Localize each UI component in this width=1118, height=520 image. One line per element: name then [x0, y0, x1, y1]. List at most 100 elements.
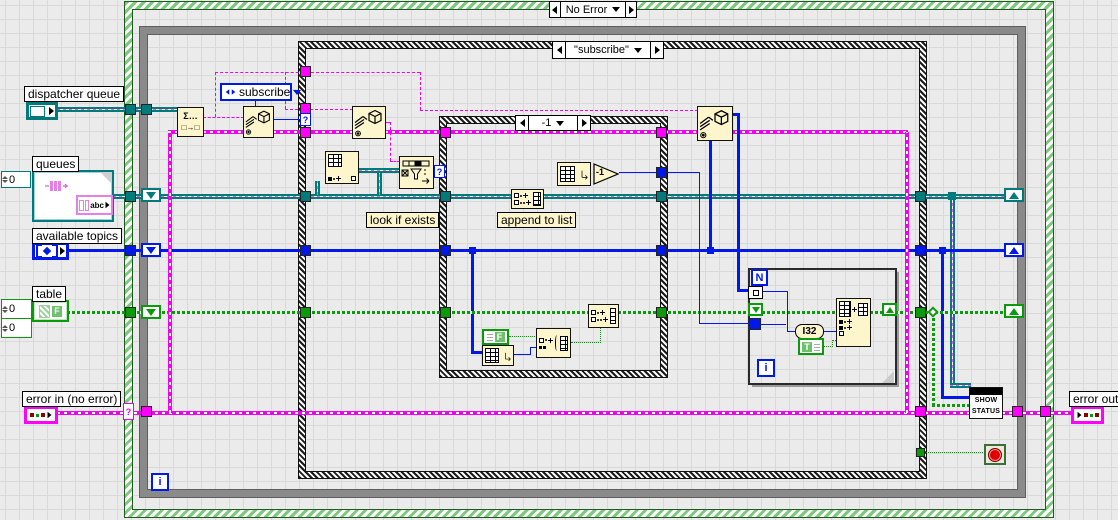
build-array-append-node[interactable] [511, 189, 544, 209]
table-index-row-value[interactable]: 0 [9, 303, 15, 315]
error-out-terminal[interactable] [1071, 406, 1104, 424]
next-case-button[interactable] [650, 42, 663, 58]
tunnel-topics-case [125, 245, 136, 256]
for-loop-count-terminal[interactable]: N [751, 269, 768, 286]
dispatcher-queue-label[interactable]: dispatcher queue [24, 86, 125, 102]
dequeue-element-node[interactable]: Σ… □→□ [177, 107, 204, 137]
error-cluster-cell-icon [1083, 413, 1088, 417]
shift-register-table-right[interactable] [1004, 304, 1024, 318]
search-array-node[interactable] [399, 156, 434, 189]
index-spinner-icon[interactable] [2, 176, 8, 183]
wire-queues-into-vi [950, 383, 971, 388]
available-topics-label[interactable]: available topics [32, 228, 123, 244]
decrement-node[interactable]: -1 [593, 163, 619, 185]
variant-to-data-node-2[interactable] [352, 106, 386, 139]
table-terminal[interactable]: F [32, 300, 69, 322]
tunnel-error-case-right [1040, 406, 1051, 417]
error-in-label[interactable]: error in (no error) [22, 391, 122, 407]
array-grid-icon [328, 154, 342, 167]
prev-case-button[interactable] [553, 42, 566, 58]
next-case-button[interactable] [577, 116, 590, 130]
output-arrow-icon [60, 247, 65, 255]
table-index-col-box[interactable]: 0 [1, 318, 32, 338]
false-constant[interactable]: F [482, 329, 509, 345]
queues-label[interactable]: queues [32, 156, 80, 172]
wire-table-run3 [762, 311, 837, 314]
shift-register-for-left[interactable] [748, 303, 763, 316]
prev-case-button[interactable] [550, 2, 561, 17]
show-status-subvi[interactable]: SHOW STATUS [969, 387, 1003, 419]
dispatcher-queue-terminal[interactable] [26, 102, 58, 120]
build-array-node-2[interactable] [588, 304, 619, 328]
tunnel-dispatcher-case [125, 104, 136, 115]
shift-register-for-right[interactable] [882, 303, 897, 316]
wire-dispatcher-queue [57, 107, 179, 112]
selector-no-error[interactable]: No Error [549, 1, 637, 18]
index-spinner-icon[interactable] [2, 324, 8, 332]
shift-register-table-left[interactable] [141, 305, 161, 319]
shift-register-queues-right[interactable] [1004, 188, 1024, 202]
arrow-right-icon [654, 46, 660, 54]
wire-false-out [509, 336, 537, 337]
shift-register-queues-left[interactable] [141, 188, 161, 202]
enum-cycle-icon[interactable] [225, 88, 236, 96]
wire-init-up [600, 327, 601, 343]
tunnel-queues-sub-left [300, 191, 311, 202]
tunnel-queues-case [125, 191, 136, 202]
array-grid-icon [610, 308, 616, 324]
dropdown-icon[interactable] [556, 120, 565, 126]
available-topics-terminal[interactable] [32, 242, 69, 260]
wire-table-into-vi [932, 404, 971, 407]
wire-topics-branch-case [471, 251, 474, 353]
table-label[interactable]: table [32, 286, 67, 302]
replace-array-subset-node[interactable] [836, 298, 871, 347]
enum-value[interactable]: subscribe [239, 85, 290, 99]
look-if-exists-annotation[interactable]: look if exists [366, 212, 440, 228]
for-loop-iteration-terminal[interactable]: i [757, 359, 775, 377]
true-value[interactable]: T [802, 341, 812, 352]
shift-register-topics-left[interactable] [141, 243, 161, 257]
subscribe-enum-constant[interactable]: subscribe [220, 83, 302, 101]
selector-subscribe[interactable]: "subscribe" [552, 41, 664, 59]
table-index-row-box[interactable]: 0 [1, 299, 32, 319]
wire-variant-branch-h [285, 109, 353, 110]
case-selector-not-found[interactable]: ? [434, 165, 445, 178]
error-in-terminal[interactable] [24, 406, 58, 424]
index-array-node[interactable] [325, 151, 359, 184]
queues-element-cluster[interactable]: abc [76, 195, 113, 215]
append-to-list-annotation[interactable]: append to list [497, 212, 577, 228]
error-out-label[interactable]: error out [1069, 391, 1118, 407]
decrement-label: -1 [596, 167, 605, 177]
for-loop-fold-line [881, 371, 894, 384]
queues-index-box[interactable]: 0 [1, 171, 31, 188]
variant-to-data-node-3[interactable] [697, 106, 733, 141]
i32-conversion-node[interactable]: I32 [795, 324, 824, 339]
tunnel-table-sub-right [915, 307, 926, 318]
selector-not-found[interactable]: -1 [515, 115, 591, 131]
dropdown-icon[interactable] [612, 7, 621, 12]
dropdown-icon[interactable] [293, 89, 302, 95]
array-size-node-2[interactable] [482, 345, 514, 366]
true-constant[interactable]: T [798, 338, 824, 355]
initialize-array-node[interactable] [536, 328, 571, 358]
variant-to-data-node-1[interactable] [243, 106, 274, 138]
stop-condition-terminal[interactable] [984, 444, 1006, 465]
shift-register-topics-right[interactable] [1004, 243, 1024, 257]
false-value[interactable]: F [494, 332, 505, 342]
stop-button-icon [988, 447, 1002, 462]
wire-error-up [168, 131, 172, 413]
dropdown-icon[interactable] [633, 47, 642, 53]
queues-array-control[interactable]: abc [32, 170, 114, 222]
case-selector-subscribe[interactable]: ? [300, 113, 311, 126]
while-iteration-terminal[interactable]: i [151, 473, 169, 491]
prev-case-button[interactable] [516, 116, 529, 130]
next-case-button[interactable] [625, 2, 636, 17]
show-status-line1: SHOW [974, 397, 998, 404]
queues-index-value[interactable]: 0 [9, 174, 15, 186]
case-selector-error[interactable]: ? [123, 403, 134, 420]
array-size-node[interactable] [557, 162, 591, 186]
table-index-col-value[interactable]: 0 [9, 322, 15, 334]
for-iteration-i: i [764, 362, 768, 374]
index-spinner-icon[interactable] [2, 305, 8, 313]
error-cluster-cell-icon [41, 413, 45, 417]
